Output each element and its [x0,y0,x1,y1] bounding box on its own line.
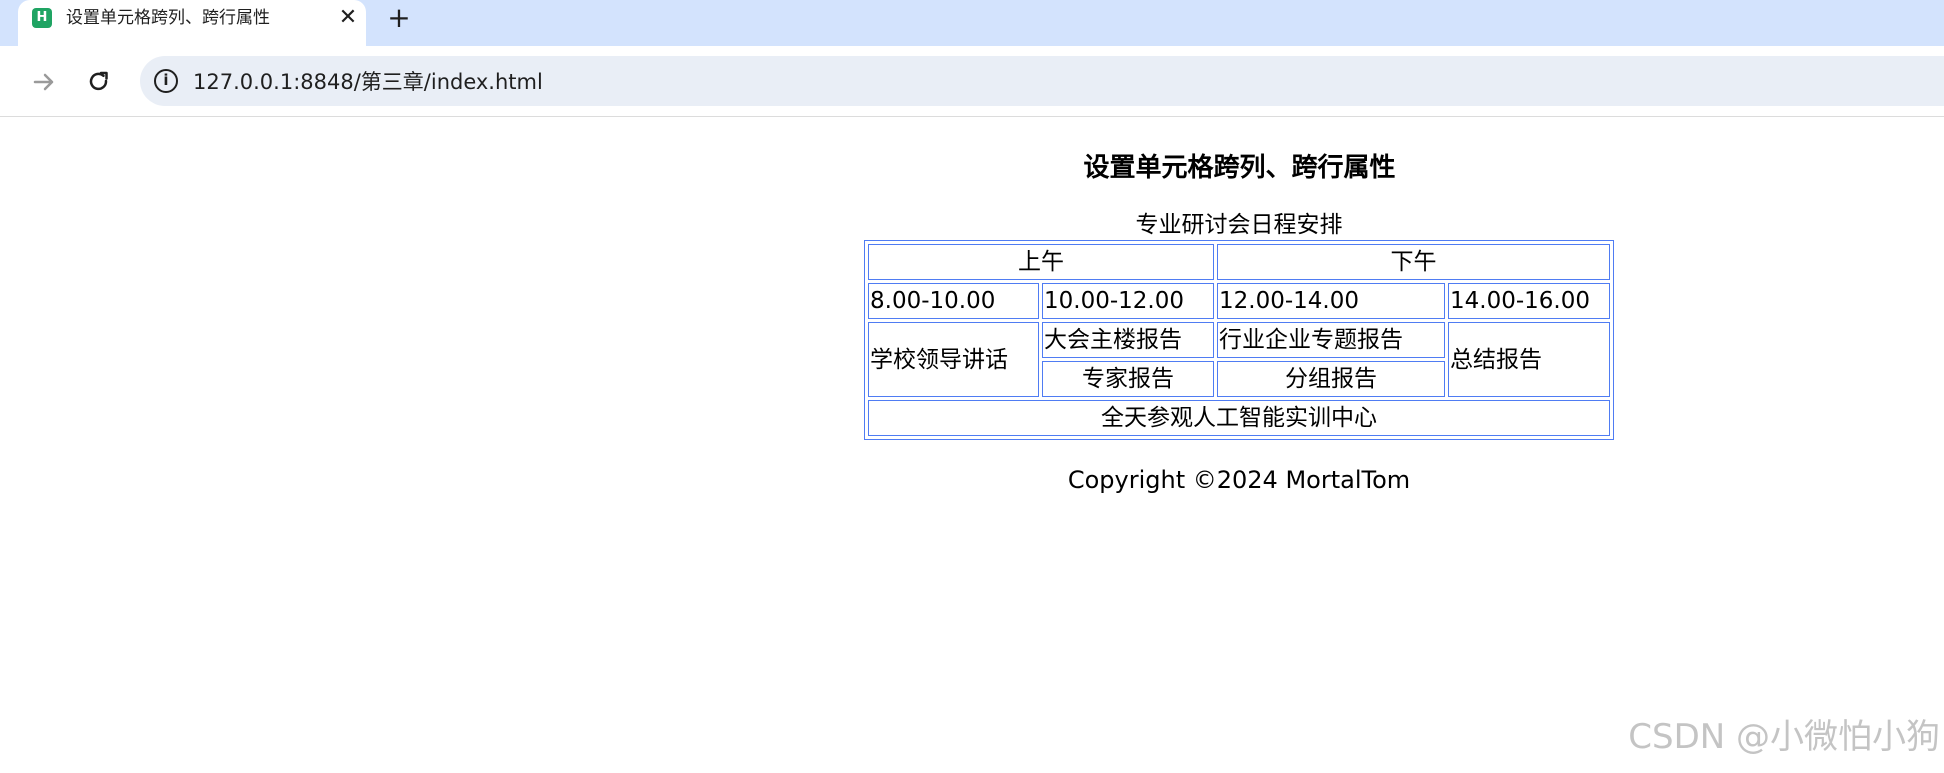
table-row-header: 上午 下午 [868,244,1610,280]
cell-time-1: 8.00-10.00 [868,283,1039,319]
page-title: 设置单元格跨列、跨行属性 [1083,153,1396,183]
browser-toolbar: i 127.0.0.1:8848/第三章/index.html [0,46,1944,117]
table-row-footer: 全天参观人工智能实训中心 [868,400,1610,436]
cell-group-report: 分组报告 [1217,361,1445,397]
forward-arrow-icon[interactable] [28,66,60,98]
cell-afternoon: 下午 [1217,244,1610,280]
url-text[interactable]: 127.0.0.1:8848/第三章/index.html [193,70,543,94]
browser-tab-strip: 设置单元格跨列、跨行属性 ✕ + [0,0,1944,46]
tab-close-icon[interactable]: ✕ [336,6,360,30]
table-row-times: 8.00-10.00 10.00-12.00 12.00-14.00 14.00… [868,283,1610,319]
new-tab-icon[interactable]: + [384,3,414,33]
reload-icon[interactable] [83,66,115,98]
schedule-table-wrapper: 专业研讨会日程安排 上午 下午 8.00-10.00 10.00-12.00 1… [864,210,1614,440]
info-circle-icon[interactable]: i [154,69,178,93]
hbuilder-favicon-icon [32,8,52,28]
schedule-table: 上午 下午 8.00-10.00 10.00-12.00 12.00-14.00… [864,240,1614,440]
cell-main-report: 大会主楼报告 [1042,322,1214,358]
cell-full-day-visit: 全天参观人工智能实训中心 [868,400,1610,436]
page-content: 设置单元格跨列、跨行属性 专业研讨会日程安排 上午 下午 8.00-10.00 … [0,118,1944,773]
csdn-watermark: CSDN @小微怕小狗 [1628,717,1940,757]
table-row-sessions-1: 学校领导讲话 大会主楼报告 行业企业专题报告 总结报告 [868,322,1610,397]
cell-industry-report: 行业企业专题报告 [1217,322,1445,358]
cell-morning: 上午 [868,244,1214,280]
cell-time-2: 10.00-12.00 [1042,283,1214,319]
table-caption: 专业研讨会日程安排 [1135,212,1343,238]
cell-time-4: 14.00-16.00 [1448,283,1610,319]
cell-leader-speech: 学校领导讲话 [868,322,1039,397]
copyright-text: Copyright ©2024 MortalTom [1067,466,1411,494]
cell-time-3: 12.00-14.00 [1217,283,1445,319]
page-heading-container: 设置单元格跨列、跨行属性 [0,150,1944,186]
tab-title: 设置单元格跨列、跨行属性 [66,8,270,28]
browser-tab-active[interactable]: 设置单元格跨列、跨行属性 ✕ [18,0,366,46]
cell-summary-report: 总结报告 [1448,322,1610,397]
cell-expert-report: 专家报告 [1042,361,1214,397]
address-bar[interactable]: i 127.0.0.1:8848/第三章/index.html [140,56,1944,106]
